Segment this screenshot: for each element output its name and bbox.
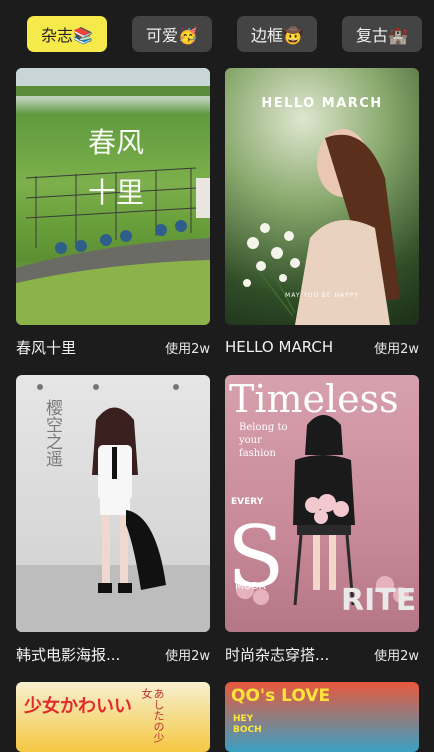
usage-count: 使用2w (374, 648, 419, 664)
usage-count: 使用2w (374, 341, 419, 357)
tab-cute-label: 可爱🥳 (146, 26, 198, 45)
card-caption: 韩式电影海报... 使用2w (16, 643, 210, 665)
poster-tag: EVERY (231, 497, 264, 507)
template-card-girl[interactable]: 少女かわいい あしたの少女 (16, 682, 210, 752)
poster-subtitle: Belong to your fashion (239, 422, 288, 459)
template-card-korean-movie[interactable]: 樱空之遥 韩式电影海报... 使用2w (16, 375, 210, 667)
poster-title: HELLO MARCH (261, 96, 383, 111)
usage-count: 使用2w (165, 341, 210, 357)
template-card-hello-march[interactable]: HELLO MARCH MAY YOU BE HAPPY HELLO MARCH… (225, 68, 419, 360)
tab-border[interactable]: 边框🤠 (237, 16, 317, 52)
tab-magazine[interactable]: 杂志📚 (27, 16, 107, 52)
card-caption: HELLO MARCH 使用2w (225, 336, 419, 358)
poster-title: 樱空之遥 (42, 399, 62, 467)
poster-title: Timeless (229, 377, 399, 421)
card-title: 时尚杂志穿搭... (225, 645, 330, 664)
card-caption: 时尚杂志穿搭... 使用2w (225, 643, 419, 665)
tab-cute[interactable]: 可爱🥳 (132, 16, 212, 52)
tab-border-label: 边框🤠 (251, 26, 303, 45)
card-caption: 春风十里 使用2w (16, 336, 210, 358)
template-thumbnail[interactable]: QO's LOVE HEY BOCH (225, 682, 419, 752)
usage-count: 使用2w (165, 648, 210, 664)
template-card-spring[interactable]: 春风十里 春风十里 使用2w (16, 68, 210, 360)
card-title: HELLO MARCH (225, 338, 334, 356)
tab-retro[interactable]: 复古🏰 (342, 16, 422, 52)
template-thumbnail[interactable]: 少女かわいい あしたの少女 (16, 682, 210, 752)
poster-title: QO's LOVE (231, 686, 331, 706)
template-thumbnail[interactable]: 春风十里 (16, 68, 210, 325)
template-thumbnail[interactable]: HELLO MARCH MAY YOU BE HAPPY (225, 68, 419, 325)
poster-title: 春风十里 (87, 126, 144, 209)
tab-magazine-label: 杂志📚 (41, 26, 93, 45)
tab-retro-label: 复古🏰 (356, 26, 408, 45)
card-title: 春风十里 (16, 338, 77, 357)
template-thumbnail[interactable]: Timeless Belong to your fashion EVERY S … (225, 375, 419, 632)
poster-subtitle: あしたの少女 (140, 688, 165, 743)
poster-subtitle: HEY BOCH (233, 714, 262, 735)
poster-moda: MODA (235, 581, 266, 592)
poster-subtitle: MAY YOU BE HAPPY (285, 292, 359, 299)
category-tabs: 杂志📚 可爱🥳 边框🤠 复古🏰 (0, 0, 434, 60)
template-thumbnail[interactable]: 樱空之遥 (16, 375, 210, 632)
card-title: 韩式电影海报... (16, 645, 121, 664)
template-card-fashion-magazine[interactable]: Timeless Belong to your fashion EVERY S … (225, 375, 419, 667)
poster-rite: RITE (341, 583, 417, 618)
poster-title: 少女かわいい (24, 696, 132, 717)
template-card-love[interactable]: QO's LOVE HEY BOCH (225, 682, 419, 752)
